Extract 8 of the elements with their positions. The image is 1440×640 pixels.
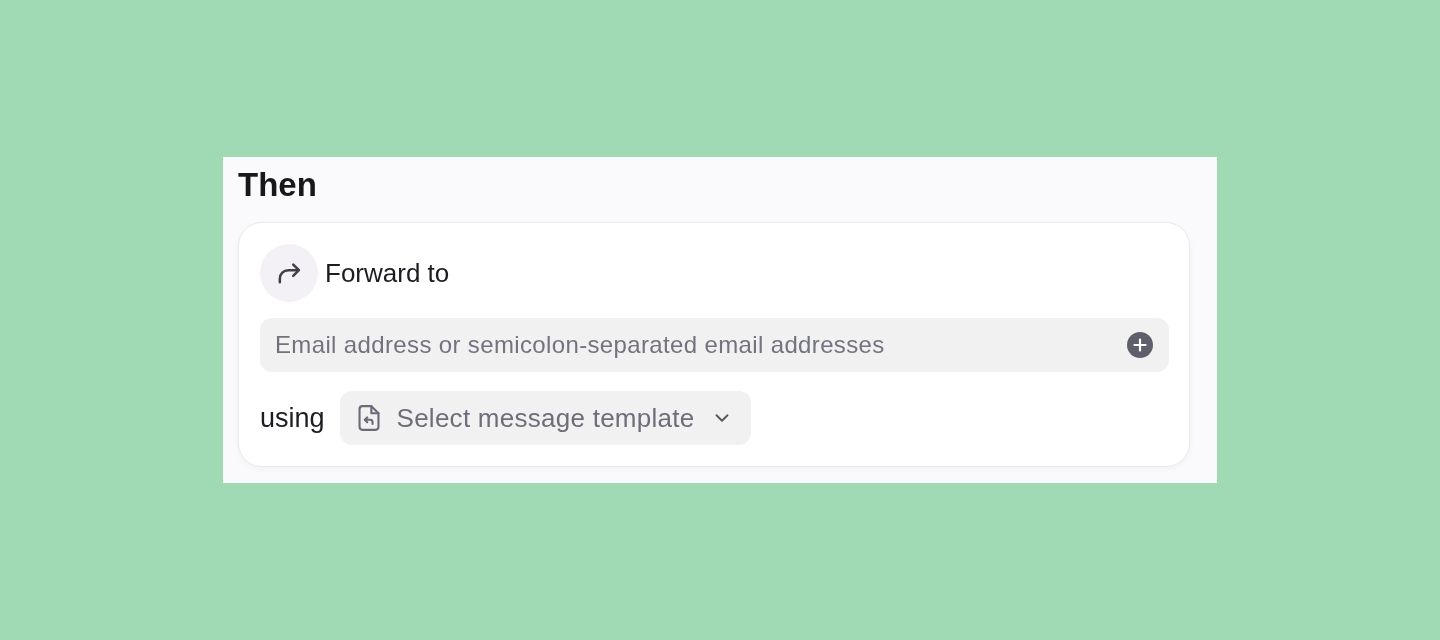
section-heading: Then [238,165,317,205]
file-reply-icon [357,405,380,431]
plus-icon [1127,332,1153,358]
add-button[interactable] [1127,332,1153,358]
template-select[interactable]: Select message template [339,391,752,445]
using-label: using [260,401,325,435]
action-label: Forward to [325,256,450,290]
email-input-field[interactable]: Email address or semicolon-separated email addresses [260,318,1169,372]
